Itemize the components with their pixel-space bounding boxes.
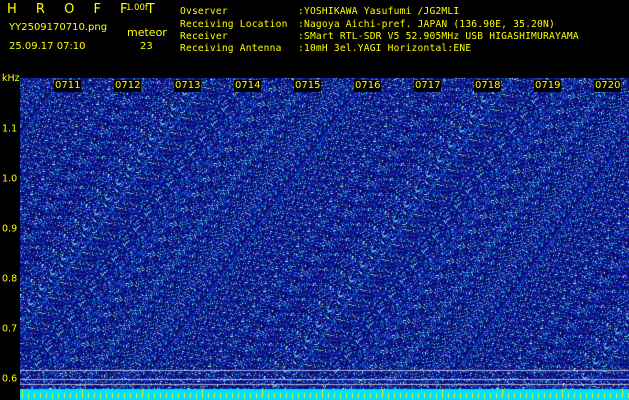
- location-key: Receiving Location: [180, 19, 288, 30]
- receiver-key: Receiver: [180, 31, 228, 42]
- spectrogram-panel: [20, 78, 629, 400]
- location-value: :Nagoya Aichi-pref. JAPAN (136.90E, 35.2…: [298, 19, 555, 30]
- time-tick-label: 0718: [474, 80, 502, 92]
- version-label: 1.00f: [126, 3, 148, 13]
- spectrogram-canvas: [20, 78, 629, 400]
- freq-tick-label: 0.6: [2, 373, 18, 385]
- freq-tick-label: 1.0: [2, 173, 18, 185]
- observer-value: :YOSHIKAWA Yasufumi /JG2MLI: [298, 6, 460, 17]
- time-tick-label: 0717: [414, 80, 442, 92]
- time-tick-label: 0716: [354, 80, 382, 92]
- time-tick-label: 0713: [174, 80, 202, 92]
- filename-label: YY2509170710.png: [9, 22, 108, 33]
- meteor-count-label: meteor: [127, 26, 167, 39]
- time-tick-label: 0719: [534, 80, 562, 92]
- freq-tick-label: 0.8: [2, 273, 18, 285]
- meteor-count-value: 23: [140, 41, 153, 52]
- frequency-unit-label: kHz: [2, 73, 20, 84]
- hrofft-screen: { "header": { "brand": "H R O F F T", "v…: [0, 0, 629, 400]
- receiver-value: :SMart RTL-SDR V5 52.905MHz USB HIGASHIM…: [298, 31, 579, 42]
- time-tick-label: 0712: [114, 80, 142, 92]
- antenna-value: :10mH 3el.YAGI Horizontal:ENE: [298, 43, 472, 54]
- antenna-key: Receiving Antenna: [180, 43, 282, 54]
- freq-tick-label: 0.9: [2, 223, 18, 235]
- freq-tick-label: 0.7: [2, 323, 18, 335]
- time-tick-label: 0715: [294, 80, 322, 92]
- time-tick-label: 0720: [594, 80, 622, 92]
- time-tick-label: 0714: [234, 80, 262, 92]
- freq-tick-label: 1.1: [2, 123, 18, 135]
- time-tick-label: 0711: [54, 80, 82, 92]
- observer-key: Ovserver: [180, 6, 228, 17]
- datetime-label: 25.09.17 07:10: [9, 41, 86, 52]
